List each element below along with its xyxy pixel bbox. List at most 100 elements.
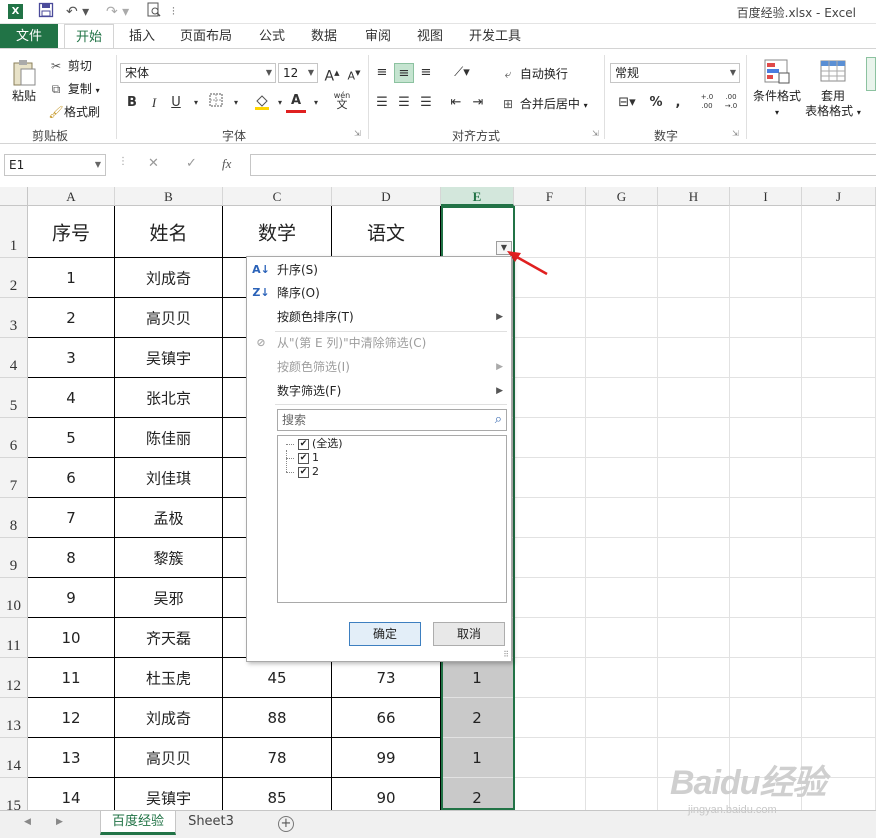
table-cell[interactable] <box>586 418 658 458</box>
table-cell[interactable]: 齐天磊 <box>115 618 223 658</box>
number-format-combo[interactable]: 常规 ▼ <box>610 63 740 83</box>
redo-icon[interactable]: ↷ ▾ <box>106 2 129 22</box>
filter-value-item[interactable]: ✔ 2 <box>298 465 319 479</box>
sheet-tab-baidu[interactable]: 百度经验 <box>100 811 176 835</box>
table-cell[interactable]: 88 <box>223 698 332 738</box>
tab-file[interactable]: 文件 <box>0 24 58 49</box>
table-cell[interactable] <box>802 258 876 298</box>
table-cell[interactable] <box>586 498 658 538</box>
header-cell[interactable] <box>586 206 658 258</box>
cut-button[interactable]: ✂ 剪切 <box>48 57 92 74</box>
column-header-f[interactable]: F <box>514 187 586 206</box>
table-cell[interactable]: 吴镇宇 <box>115 778 223 810</box>
name-box[interactable]: E1 ▼ <box>4 154 106 176</box>
table-cell[interactable]: 1 <box>441 738 514 778</box>
tab-review[interactable]: 审阅 <box>356 24 400 49</box>
table-cell[interactable]: 高贝贝 <box>115 738 223 778</box>
align-left-icon[interactable]: ☰ <box>372 93 392 113</box>
resize-grip-icon[interactable]: ⠿ <box>503 651 509 659</box>
table-cell[interactable] <box>730 418 802 458</box>
table-cell[interactable]: 杜玉虎 <box>115 658 223 698</box>
sort-descending-item[interactable]: Z↓ 降序(O) <box>247 282 511 304</box>
table-cell[interactable] <box>586 738 658 778</box>
row-header[interactable]: 7 <box>0 458 28 498</box>
filter-value-item[interactable]: ✔ 1 <box>298 451 319 465</box>
table-cell[interactable] <box>730 258 802 298</box>
column-header-i[interactable]: I <box>730 187 802 206</box>
row-header[interactable]: 3 <box>0 298 28 338</box>
table-cell[interactable] <box>586 458 658 498</box>
font-color-icon[interactable]: A <box>286 93 306 113</box>
table-cell[interactable] <box>514 738 586 778</box>
table-cell[interactable] <box>658 658 730 698</box>
select-all-corner[interactable] <box>0 187 28 206</box>
table-cell[interactable]: 12 <box>28 698 115 738</box>
borders-icon[interactable] <box>206 93 226 113</box>
table-cell[interactable]: 陈佳丽 <box>115 418 223 458</box>
table-cell[interactable]: 2 <box>441 778 514 810</box>
column-header-b[interactable]: B <box>115 187 223 206</box>
table-cell[interactable]: 1 <box>441 658 514 698</box>
table-cell[interactable]: 9 <box>28 578 115 618</box>
table-cell[interactable] <box>586 658 658 698</box>
table-cell[interactable] <box>802 578 876 618</box>
underline-dropdown-icon[interactable]: ▾ <box>186 93 206 113</box>
header-cell[interactable] <box>658 206 730 258</box>
sheet-tab-sheet3[interactable]: Sheet3 <box>178 811 244 835</box>
table-cell[interactable] <box>730 298 802 338</box>
align-center-icon[interactable]: ☰ <box>394 93 414 113</box>
format-as-table-button[interactable]: 套用 表格格式 ▾ <box>804 57 862 120</box>
table-cell[interactable]: 孟极 <box>115 498 223 538</box>
tab-insert[interactable]: 插入 <box>120 24 164 49</box>
header-cell[interactable]: 序号 <box>28 206 115 258</box>
table-cell[interactable] <box>658 338 730 378</box>
table-cell[interactable]: 66 <box>332 698 441 738</box>
table-cell[interactable] <box>586 618 658 658</box>
qat-customize-icon[interactable]: ⫶ <box>172 2 175 22</box>
table-cell[interactable]: 刘成奇 <box>115 258 223 298</box>
table-cell[interactable]: 85 <box>223 778 332 810</box>
column-header-j[interactable]: J <box>802 187 876 206</box>
copy-button[interactable]: ⧉ 复制 ▾ <box>48 80 100 97</box>
formula-bar-splitter-icon[interactable]: ⋮ <box>118 156 128 167</box>
bold-button[interactable]: B <box>122 93 142 113</box>
table-cell[interactable] <box>514 778 586 810</box>
alignment-dialog-launcher-icon[interactable]: ⇲ <box>592 129 599 138</box>
table-cell[interactable] <box>658 458 730 498</box>
table-cell[interactable] <box>514 418 586 458</box>
tab-data[interactable]: 数据 <box>302 24 346 49</box>
header-cell[interactable] <box>730 206 802 258</box>
tab-developer[interactable]: 开发工具 <box>462 24 528 49</box>
table-cell[interactable]: 90 <box>332 778 441 810</box>
table-cell[interactable] <box>802 618 876 658</box>
table-cell[interactable]: 11 <box>28 658 115 698</box>
table-cell[interactable]: 2 <box>28 298 115 338</box>
table-cell[interactable] <box>658 258 730 298</box>
table-cell[interactable] <box>802 698 876 738</box>
tab-home[interactable]: 开始 <box>64 24 114 50</box>
header-cell[interactable] <box>802 206 876 258</box>
table-cell[interactable] <box>658 418 730 458</box>
cancel-entry-icon[interactable]: ✕ <box>148 156 159 171</box>
table-cell[interactable] <box>514 538 586 578</box>
undo-icon[interactable]: ↶ ▾ <box>66 2 89 22</box>
percent-button[interactable]: % <box>646 93 666 113</box>
table-cell[interactable]: 6 <box>28 458 115 498</box>
prev-sheet-icon[interactable]: ◀ <box>24 817 31 827</box>
table-cell[interactable] <box>514 458 586 498</box>
table-cell[interactable] <box>730 578 802 618</box>
row-header[interactable]: 14 <box>0 738 28 778</box>
table-cell[interactable]: 黎簇 <box>115 538 223 578</box>
row-header[interactable]: 8 <box>0 498 28 538</box>
table-cell[interactable] <box>514 498 586 538</box>
tab-view[interactable]: 视图 <box>408 24 452 49</box>
table-cell[interactable] <box>730 458 802 498</box>
table-cell[interactable] <box>514 618 586 658</box>
row-header[interactable]: 1 <box>0 206 28 258</box>
table-cell[interactable] <box>802 458 876 498</box>
cell-styles-gallery[interactable] <box>866 57 876 91</box>
table-cell[interactable]: 3 <box>28 338 115 378</box>
tab-formulas[interactable]: 公式 <box>250 24 294 49</box>
fill-color-icon[interactable] <box>252 93 272 113</box>
row-header[interactable]: 12 <box>0 658 28 698</box>
